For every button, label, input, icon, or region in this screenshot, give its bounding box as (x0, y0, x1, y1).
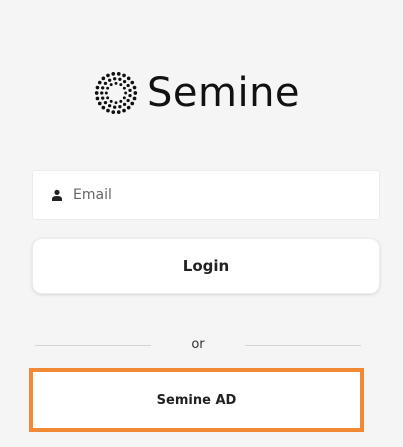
user-icon (52, 189, 62, 201)
divider-line-left (35, 345, 151, 346)
brand-name: Semine (147, 70, 301, 116)
dotted-circle-logo-icon (94, 72, 138, 114)
semine-ad-button[interactable]: Semine AD (29, 368, 364, 432)
email-field[interactable] (32, 170, 380, 220)
email-input[interactable] (73, 187, 353, 203)
divider-line-right (245, 345, 361, 346)
divider-or-text: or (191, 337, 205, 352)
login-button[interactable]: Login (32, 238, 380, 294)
brand-logo: Semine (93, 68, 300, 118)
